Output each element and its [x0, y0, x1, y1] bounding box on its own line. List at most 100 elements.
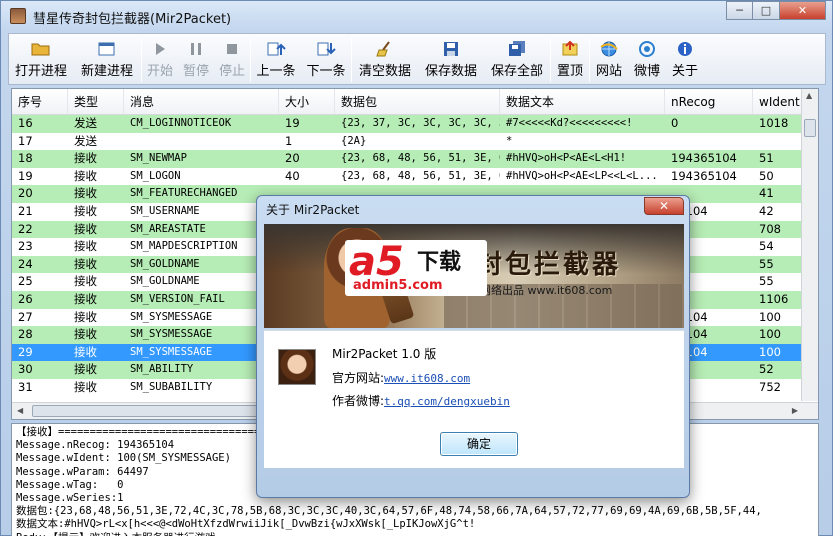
table-cell: 接收 — [74, 362, 97, 377]
avatar — [278, 349, 316, 385]
toolbar-web-label: 网站 — [595, 64, 622, 79]
table-cell: 接收 — [74, 327, 97, 342]
table-cell: 接收 — [74, 239, 97, 254]
table-cell: * — [506, 134, 513, 147]
official-site-row: 官方网站:www.it608.com — [332, 369, 470, 386]
maximize-button[interactable]: □ — [753, 1, 780, 20]
toolbar-clear-label: 清空数据 — [358, 64, 411, 79]
table-row[interactable]: 18 接收 SM_NEWMAP 20 {23, 68, 48, 56, 51, 3E, … — [12, 150, 818, 168]
table-cell: 22 — [18, 221, 33, 236]
scroll-left-icon[interactable]: ◀ — [17, 406, 23, 415]
table-cell: 54 — [759, 239, 774, 254]
watermark-text: 下载 — [417, 250, 462, 275]
table-cell: 1106 — [759, 291, 789, 306]
toolbar: 打开进程 新建进程 开始 暂停 停止 上一条 下一条 清空数据 保存数据 保存全部 置顶 网站 微博 关于 — [8, 33, 826, 85]
table-cell: 40 — [285, 168, 300, 183]
table-cell: {23, 37, 3C, 3C, 3C, 3C, 3... — [341, 117, 500, 129]
column-header[interactable]: wIdent — [753, 89, 803, 114]
table-cell: 27 — [18, 309, 33, 324]
table-cell: 1018 — [759, 116, 789, 130]
weibo-icon — [637, 40, 657, 58]
table-cell: 55 — [759, 274, 774, 289]
banner-title: 封包拦截器 — [476, 250, 622, 280]
toolbar-start-button[interactable]: 开始 — [142, 34, 178, 84]
new-window-icon — [97, 40, 117, 58]
column-header[interactable]: nRecog — [665, 89, 753, 114]
watermark-logo: a5 下载 admin5.com — [345, 240, 487, 296]
table-cell: #7<<<<<Kd?<<<<<<<<<! — [506, 117, 633, 129]
minimize-button[interactable]: ─ — [726, 1, 753, 20]
toolbar-web-button[interactable]: 网站 — [590, 34, 628, 84]
table-cell: 0 — [671, 116, 679, 130]
toolbar-stop-label: 停止 — [218, 64, 245, 79]
toolbar-save-button[interactable]: 保存数据 — [418, 34, 484, 84]
column-header[interactable]: 消息 — [124, 89, 279, 114]
toolbar-saveall-label: 保存全部 — [490, 64, 543, 79]
table-cell — [753, 133, 803, 151]
toolbar-next-button[interactable]: 下一条 — [301, 34, 351, 84]
official-site-link[interactable]: www.it608.com — [384, 372, 470, 385]
table-cell: 30 — [18, 362, 33, 377]
table-cell: 41 — [759, 186, 774, 201]
toolbar-clear-button[interactable]: 清空数据 — [352, 34, 418, 84]
close-button[interactable]: ✕ — [780, 1, 826, 20]
toolbar-open-button[interactable]: 打开进程 — [9, 34, 73, 84]
toolbar-stop-button[interactable]: 停止 — [214, 34, 250, 84]
table-cell: 接收 — [74, 186, 97, 201]
table-cell: 29 — [18, 344, 33, 359]
toolbar-weibo-button[interactable]: 微博 — [628, 34, 666, 84]
table-cell: 19 — [18, 168, 33, 183]
weibo-link[interactable]: t.qq.com/dengxuebin — [384, 395, 510, 408]
table-cell: 50 — [759, 168, 774, 183]
toolbar-pause-button[interactable]: 暂停 — [178, 34, 214, 84]
table-row[interactable]: 19 接收 SM_LOGON 40 {23, 68, 48, 56, 51, 3E, 6… — [12, 167, 818, 186]
table-cell: 194365104 — [671, 151, 737, 166]
toolbar-new-button[interactable]: 新建进程 — [73, 34, 141, 84]
table-cell: 28 — [18, 327, 33, 342]
table-cell: 55 — [759, 256, 774, 271]
save-all-icon — [507, 40, 527, 58]
table-cell: 接收 — [74, 291, 97, 306]
vertical-scroll-thumb[interactable] — [804, 119, 816, 137]
column-header[interactable]: 类型 — [68, 89, 124, 114]
table-cell: SM_NEWMAP — [130, 152, 187, 165]
column-header[interactable]: 数据包 — [335, 89, 500, 114]
vertical-scrollbar[interactable]: ▲ — [801, 89, 818, 401]
weibo-label: 作者微博: — [332, 394, 385, 408]
caption-buttons: ─ □ ✕ — [726, 1, 826, 20]
toolbar-pause-label: 暂停 — [182, 64, 209, 79]
log-line: 数据文本:#hHVQ>rL<x[h<<<@<dWoHtXfzdWrwiiJik[… — [16, 518, 476, 531]
table-row[interactable]: 17 发送 1 {2A} * — [12, 132, 818, 151]
table-cell: {23, 68, 48, 56, 51, 3E, 6... — [341, 152, 500, 165]
toolbar-saveall-button[interactable]: 保存全部 — [484, 34, 550, 84]
table-cell: 52 — [759, 362, 774, 377]
about-close-button[interactable]: ✕ — [644, 197, 684, 215]
official-site-label: 官方网站: — [332, 371, 385, 385]
table-cell: 接收 — [74, 344, 97, 359]
ok-button[interactable]: 确定 — [440, 432, 518, 456]
table-cell: #hHVQ>oH<P<AE<LP<<L<L... — [506, 169, 658, 182]
scroll-up-icon[interactable]: ▲ — [806, 91, 812, 100]
pause-icon — [186, 40, 206, 58]
table-cell: {2A} — [341, 134, 367, 147]
table-cell: 接收 — [74, 379, 97, 394]
column-header[interactable]: 数据文本 — [500, 89, 665, 114]
table-row[interactable]: 16 发送 CM_LOGINNOTICEOK 19 {23, 37, 3C, 3C, 3… — [12, 115, 818, 133]
toolbar-next-label: 下一条 — [306, 64, 346, 79]
arrow-up-icon — [266, 40, 286, 58]
folder-open-icon — [31, 40, 51, 58]
table-cell: 100 — [759, 344, 781, 359]
weibo-row: 作者微博:t.qq.com/dengxuebin — [332, 392, 510, 409]
column-header[interactable]: 序号 — [12, 89, 68, 114]
toolbar-about-button[interactable]: 关于 — [666, 34, 704, 84]
scroll-right-icon[interactable]: ▶ — [792, 406, 798, 415]
toolbar-prev-button[interactable]: 上一条 — [251, 34, 301, 84]
table-cell: 21 — [18, 203, 33, 218]
table-cell — [124, 133, 279, 151]
toolbar-prev-label: 上一条 — [256, 64, 296, 79]
title-bar[interactable]: 彗星传奇封包拦截器(Mir2Packet) ─ □ ✕ — [1, 1, 832, 31]
toolbar-top-button[interactable]: 置顶 — [551, 34, 589, 84]
save-icon — [441, 40, 461, 58]
column-header[interactable]: 大小 — [279, 89, 335, 114]
table-cell: 194365104 — [671, 168, 737, 183]
